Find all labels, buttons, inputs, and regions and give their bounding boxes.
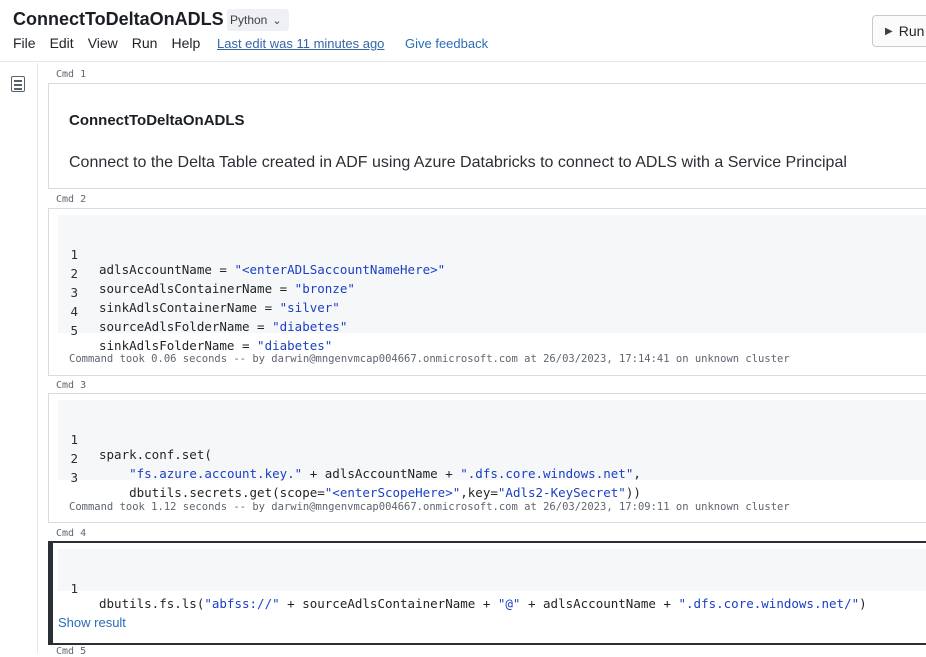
code-editor[interactable]: 1 spark.conf.set( 2 "fs.azure.account.ke… <box>58 400 926 500</box>
code-line: 1 dbutils.fs.ls("abfss://" + sourceAdlsC… <box>70 581 867 611</box>
code-line: 3 sinkAdlsContainerName = "silver" <box>70 285 340 315</box>
cell-label: Cmd 3 <box>56 380 87 391</box>
left-sidebar <box>0 63 38 653</box>
menu-help[interactable]: Help <box>171 35 200 51</box>
code-line: 1 adlsAccountName = "<enterADLSaccountNa… <box>70 247 446 277</box>
cell-label: Cmd 4 <box>56 528 87 539</box>
command-output: Command took 1.12 seconds -- by darwin@m… <box>69 501 790 513</box>
language-selector[interactable]: Python ⌄ <box>227 9 289 31</box>
menu-file[interactable]: File <box>13 35 36 51</box>
run-label: Run <box>898 23 925 39</box>
command-output: Command took 0.06 seconds -- by darwin@m… <box>69 353 790 365</box>
notebook-title[interactable]: ConnectToDeltaOnADLS <box>13 9 224 30</box>
menu-bar: File Edit View Run Help <box>13 35 214 51</box>
give-feedback-link[interactable]: Give feedback <box>405 36 488 51</box>
notebook-header: ConnectToDeltaOnADLS Python ⌄ File Edit … <box>0 0 926 62</box>
last-edit-link[interactable]: Last edit was 11 minutes ago <box>217 36 384 51</box>
code-cell[interactable]: 1 spark.conf.set( 2 "fs.azure.account.ke… <box>48 393 926 523</box>
cell-label: Cmd 5 <box>56 646 87 657</box>
code-line: 1 spark.conf.set( <box>70 432 212 462</box>
markdown-heading: ConnectToDeltaOnADLS <box>69 112 245 129</box>
markdown-cell[interactable]: ConnectToDeltaOnADLS Connect to the Delt… <box>48 83 926 189</box>
active-code-cell[interactable]: 1 dbutils.fs.ls("abfss://" + sourceAdlsC… <box>48 541 926 645</box>
code-line: 3 dbutils.secrets.get(scope="<enterScope… <box>70 470 641 500</box>
cell-label: Cmd 2 <box>56 194 87 205</box>
menu-run[interactable]: Run <box>132 35 158 51</box>
cell-label: Cmd 1 <box>56 69 87 80</box>
code-line: 2 sourceAdlsContainerName = "bronze" <box>70 266 355 296</box>
run-all-button[interactable]: ▶ Run <box>872 15 926 47</box>
menu-edit[interactable]: Edit <box>50 35 74 51</box>
play-icon: ▶ <box>885 25 893 37</box>
markdown-text: Connect to the Delta Table created in AD… <box>69 154 847 171</box>
table-of-contents-icon[interactable] <box>11 76 25 92</box>
show-result-link[interactable]: Show result <box>58 615 126 630</box>
code-editor[interactable]: 1 dbutils.fs.ls("abfss://" + sourceAdlsC… <box>58 549 926 611</box>
code-line: 5 sinkAdlsFolderName = "diabetes" <box>70 323 333 353</box>
code-editor[interactable]: 1 adlsAccountName = "<enterADLSaccountNa… <box>58 215 926 353</box>
language-label: Python <box>230 13 268 27</box>
code-cell[interactable]: 1 adlsAccountName = "<enterADLSaccountNa… <box>48 208 926 376</box>
code-line: 4 sourceAdlsFolderName = "diabetes" <box>70 304 348 334</box>
menu-view[interactable]: View <box>88 35 118 51</box>
chevron-down-icon: ⌄ <box>272 14 282 27</box>
code-line: 2 "fs.azure.account.key." + adlsAccountN… <box>70 451 641 481</box>
